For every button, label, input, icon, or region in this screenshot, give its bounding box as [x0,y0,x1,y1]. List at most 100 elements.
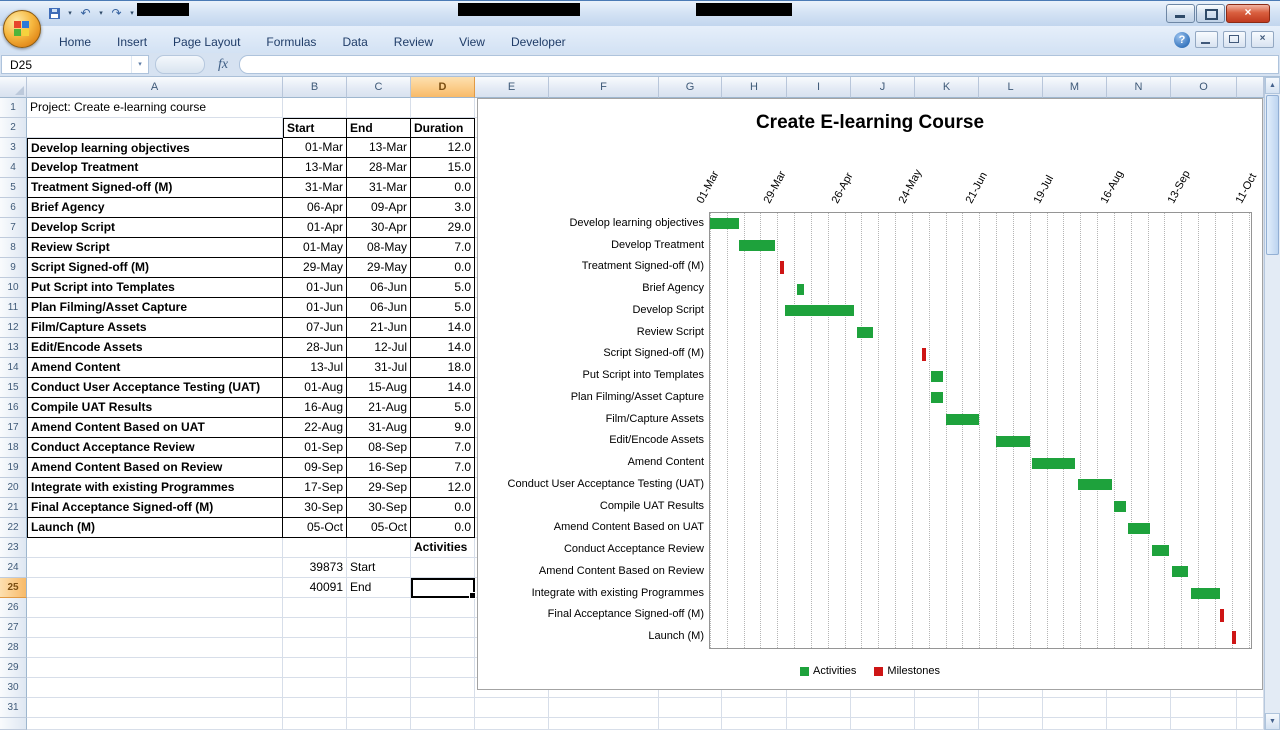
column-header-O[interactable]: O [1171,77,1237,98]
cell[interactable]: Amend Content [27,358,283,378]
cell[interactable]: Amend Content Based on UAT [27,418,283,438]
cell[interactable]: 14.0 [411,318,475,338]
cell[interactable] [979,718,1043,730]
cell[interactable] [27,578,283,598]
cell[interactable]: 09-Sep [283,458,347,478]
chevron-down-icon[interactable]: ▾ [66,9,74,17]
row-header-24[interactable]: 24 [0,558,27,578]
cell[interactable]: Compile UAT Results [27,398,283,418]
legend-item[interactable]: Activities [800,665,856,677]
cell[interactable] [411,658,475,678]
cell[interactable]: 5.0 [411,278,475,298]
workbook-minimize-button[interactable] [1195,31,1218,48]
scroll-up-arrow[interactable]: ▲ [1265,77,1280,94]
row-header-23[interactable]: 23 [0,538,27,558]
activity-bar[interactable] [1172,566,1189,577]
ribbon-tab-page-layout[interactable]: Page Layout [160,30,253,52]
row-header-21[interactable]: 21 [0,498,27,518]
cell[interactable]: 22-Aug [283,418,347,438]
ribbon-tab-insert[interactable]: Insert [104,30,160,52]
cell[interactable] [27,678,283,698]
cell[interactable] [411,698,475,718]
cell[interactable] [659,698,722,718]
cell[interactable] [27,718,283,730]
activity-bar[interactable] [1128,523,1150,534]
minimize-button[interactable] [1166,4,1195,23]
cell[interactable]: 28-Mar [347,158,411,178]
workbook-restore-button[interactable] [1223,31,1246,48]
cell[interactable]: Develop Treatment [27,158,283,178]
column-header-I[interactable]: I [787,77,851,98]
cell[interactable] [411,618,475,638]
formula-input[interactable] [239,55,1279,74]
cell[interactable] [347,98,411,118]
cell[interactable] [475,698,549,718]
cell[interactable] [283,538,347,558]
activity-bar[interactable] [931,392,943,403]
redo-icon[interactable]: ↷ [108,5,125,22]
cell[interactable] [347,618,411,638]
cell[interactable]: Put Script into Templates [27,278,283,298]
cell[interactable]: 31-Aug [347,418,411,438]
column-header-B[interactable]: B [283,77,347,98]
cell[interactable]: Integrate with existing Programmes [27,478,283,498]
cell[interactable] [283,658,347,678]
cell[interactable] [475,718,549,730]
chevron-down-icon[interactable]: ▾ [128,9,136,17]
cell[interactable] [283,678,347,698]
ribbon-tab-developer[interactable]: Developer [498,30,579,52]
column-header-A[interactable]: A [27,77,283,98]
workbook-close-button[interactable]: × [1251,31,1274,48]
office-button[interactable] [3,10,41,48]
cell[interactable] [283,638,347,658]
cell[interactable] [27,638,283,658]
cell[interactable]: Conduct User Acceptance Testing (UAT) [27,378,283,398]
cell[interactable]: Amend Content Based on Review [27,458,283,478]
column-header-M[interactable]: M [1043,77,1107,98]
cell[interactable]: 01-May [283,238,347,258]
cell[interactable]: 01-Jun [283,298,347,318]
cell[interactable]: 12.0 [411,138,475,158]
cell[interactable]: 06-Jun [347,278,411,298]
milestone-marker[interactable] [922,348,926,361]
cell[interactable]: 08-May [347,238,411,258]
cell[interactable] [549,718,659,730]
cell[interactable] [283,718,347,730]
cell[interactable]: Develop learning objectives [27,138,283,158]
cell[interactable]: 16-Sep [347,458,411,478]
cell[interactable]: 30-Apr [347,218,411,238]
row-header-2[interactable]: 2 [0,118,27,138]
cell[interactable]: 12-Jul [347,338,411,358]
column-header-G[interactable]: G [659,77,722,98]
row-header-15[interactable]: 15 [0,378,27,398]
cell[interactable]: 29.0 [411,218,475,238]
cell[interactable]: 15.0 [411,158,475,178]
row-header-8[interactable]: 8 [0,238,27,258]
cell[interactable]: Film/Capture Assets [27,318,283,338]
milestone-marker[interactable] [780,261,784,274]
cell[interactable]: Duration [411,118,475,138]
cell[interactable] [1107,698,1171,718]
activity-bar[interactable] [797,284,804,295]
cell[interactable]: 7.0 [411,438,475,458]
cell[interactable]: 06-Jun [347,298,411,318]
cell[interactable] [27,538,283,558]
cell[interactable]: Final Acceptance Signed-off (M) [27,498,283,518]
activity-bar[interactable] [1032,458,1075,469]
activity-bar[interactable] [931,371,943,382]
cell[interactable]: 28-Jun [283,338,347,358]
cell[interactable] [979,698,1043,718]
cell[interactable] [347,658,411,678]
row-header-17[interactable]: 17 [0,418,27,438]
cell[interactable]: 01-Apr [283,218,347,238]
cell[interactable]: 13-Jul [283,358,347,378]
scrollbar-thumb[interactable] [1266,95,1279,255]
cell[interactable]: Project: Create e-learning course [27,98,283,118]
cell[interactable] [347,638,411,658]
cell[interactable]: 14.0 [411,378,475,398]
activity-bar[interactable] [1191,588,1220,599]
column-header-J[interactable]: J [851,77,915,98]
chevron-down-icon[interactable]: ▾ [97,9,105,17]
chart-plot-area[interactable] [709,212,1252,649]
ribbon-tab-view[interactable]: View [446,30,498,52]
